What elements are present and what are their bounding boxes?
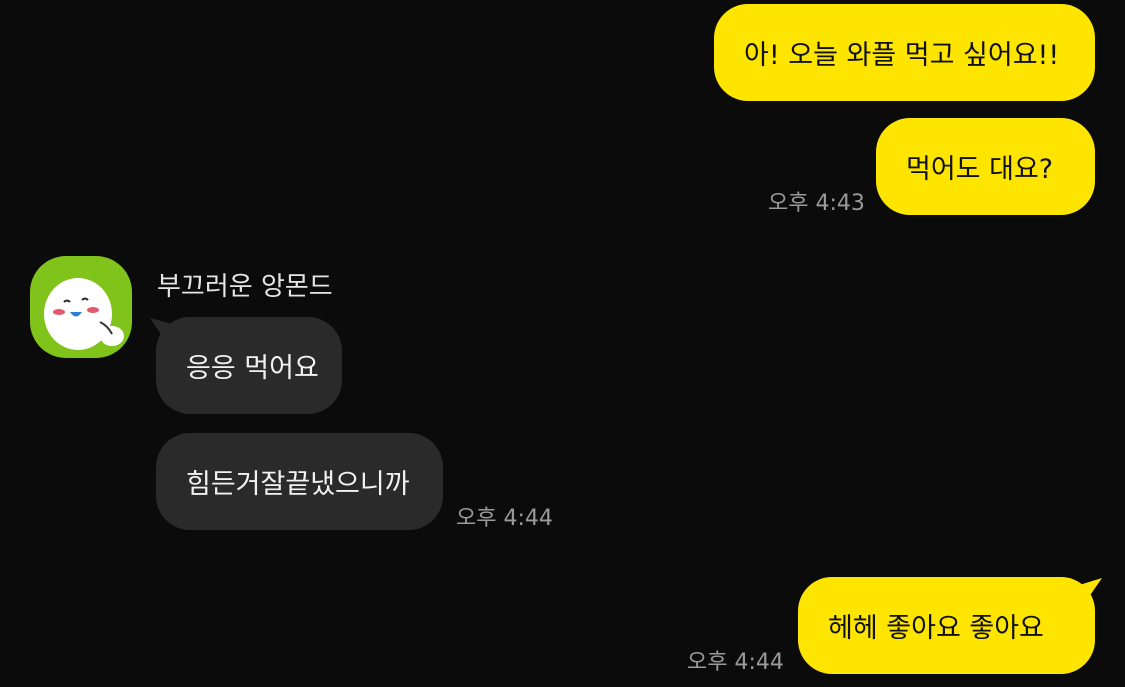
message-text: 헤헤 좋아요 좋아요 <box>828 613 1044 644</box>
message-text: 힘든거잘끝냈으니까 <box>186 469 410 500</box>
contact-avatar[interactable] <box>30 256 132 358</box>
sent-message-bubble[interactable]: 아! 오늘 와플 먹고 싶어요!! <box>714 4 1095 101</box>
received-message-bubble[interactable]: 응응 먹어요 <box>156 317 342 414</box>
shy-character-avatar-icon <box>44 278 124 350</box>
sent-message-bubble[interactable]: 헤헤 좋아요 좋아요 <box>798 577 1095 674</box>
message-timestamp: 오후 4:43 <box>768 191 865 216</box>
sent-message-bubble[interactable]: 먹어도 대요? <box>876 118 1095 215</box>
received-message-bubble[interactable]: 힘든거잘끝냈으니까 <box>156 433 443 530</box>
message-text: 먹어도 대요? <box>906 154 1054 185</box>
message-text: 아! 오늘 와플 먹고 싶어요!! <box>744 40 1060 71</box>
message-timestamp: 오후 4:44 <box>456 506 553 531</box>
message-timestamp: 오후 4:44 <box>687 650 784 675</box>
message-text: 응응 먹어요 <box>186 353 319 384</box>
contact-name: 부끄러운 앙몬드 <box>157 272 333 302</box>
